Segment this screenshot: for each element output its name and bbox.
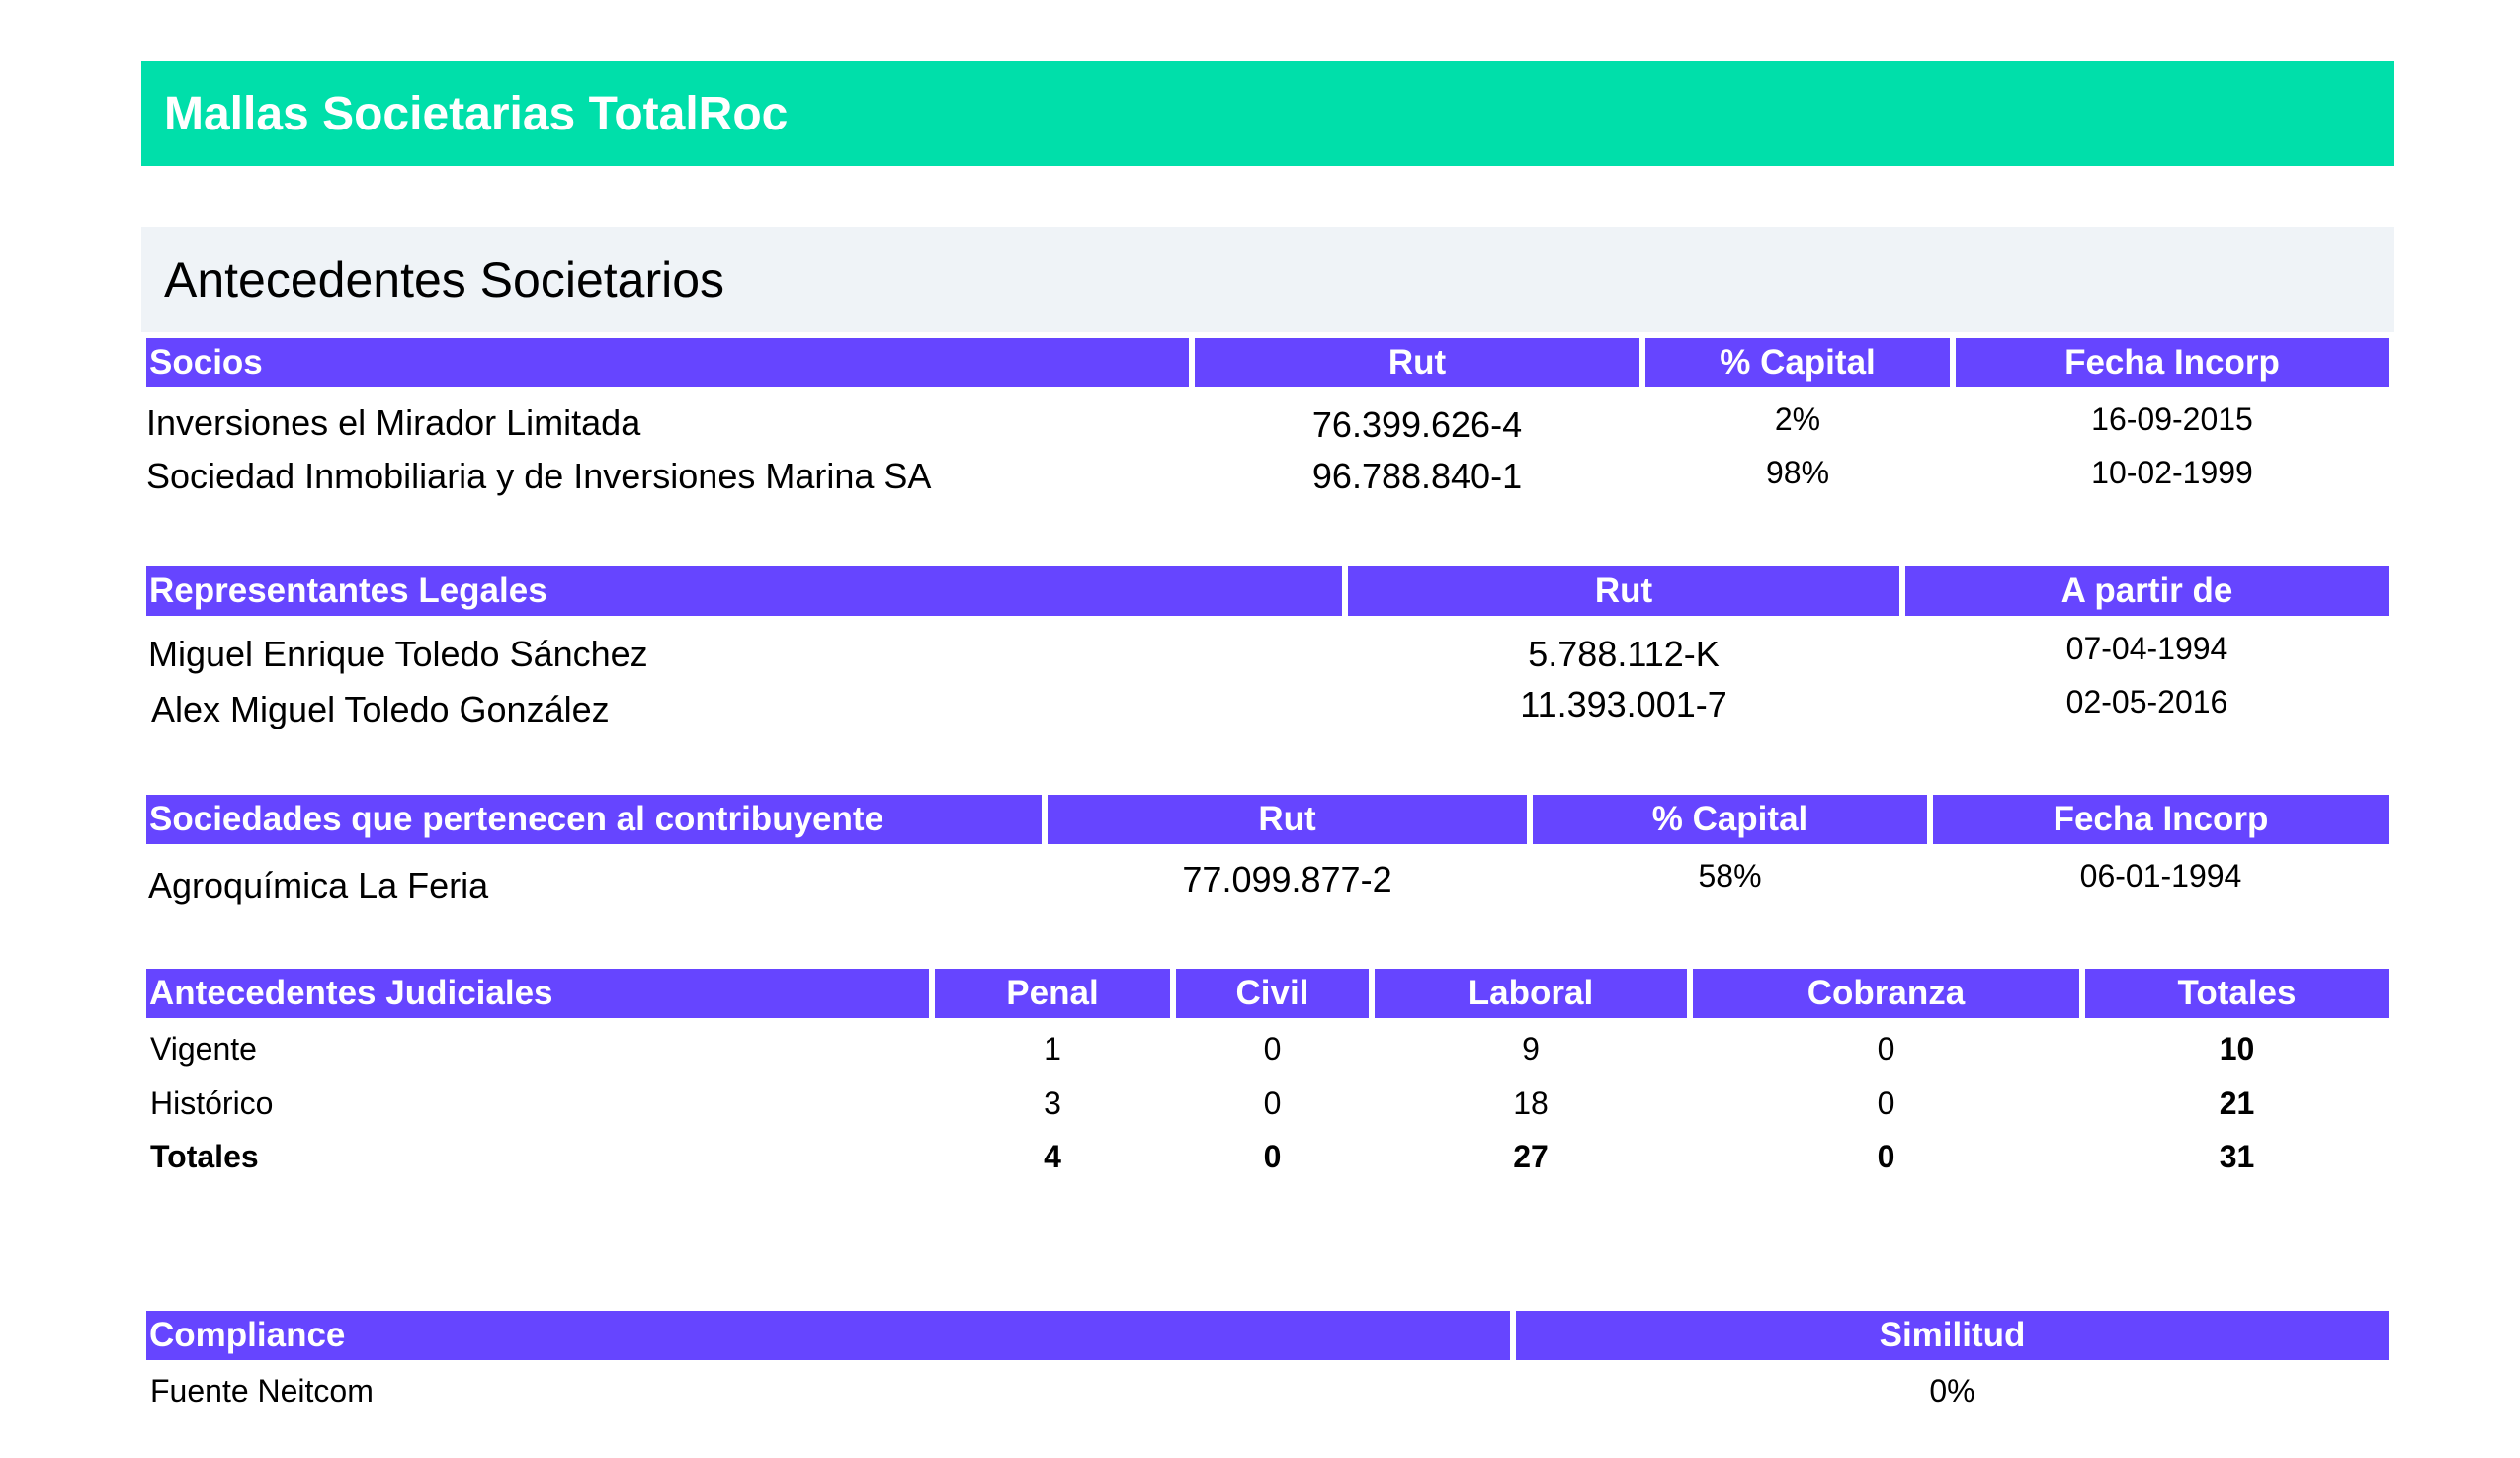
representante-rut: 11.393.001-7	[1520, 684, 1727, 725]
penal-value: 3	[1044, 1085, 1061, 1121]
col-header-cobranza: Cobranza	[1693, 969, 2079, 1018]
col-header-civil: Civil	[1176, 969, 1369, 1018]
civil-value: 0	[1263, 1031, 1282, 1067]
col-header-penal: Penal	[935, 969, 1170, 1018]
totales-value: 10	[2219, 1031, 2255, 1067]
civil-value: 0	[1263, 1085, 1282, 1121]
row-label-vigente: Vigente	[150, 1031, 257, 1067]
laboral-total: 27	[1513, 1139, 1549, 1174]
socio-fecha: 10-02-1999	[2091, 455, 2253, 490]
col-header-representantes: Representantes Legales	[146, 566, 1342, 616]
section-title: Antecedentes Societarios	[164, 252, 725, 307]
col-header-capital: % Capital	[1645, 338, 1950, 387]
app-title: Mallas Societarias TotalRoc	[164, 87, 789, 140]
sociedad-fecha: 06-01-1994	[2079, 858, 2242, 894]
socio-name: Inversiones el Mirador Limitada	[146, 402, 641, 443]
col-header-fecha-incorp: Fecha Incorp	[1956, 338, 2389, 387]
row-label-totales: Totales	[150, 1139, 259, 1174]
grand-total: 31	[2219, 1139, 2255, 1174]
app-title-banner: Mallas Societarias TotalRoc	[141, 61, 2394, 166]
representante-fecha: 07-04-1994	[2065, 631, 2228, 666]
penal-total: 4	[1044, 1139, 1061, 1174]
sociedad-name: Agroquímica La Feria	[148, 865, 489, 905]
col-header-totales: Totales	[2085, 969, 2389, 1018]
representante-name: Miguel Enrique Toledo Sánchez	[148, 634, 648, 674]
representante-rut: 5.788.112-K	[1528, 634, 1720, 674]
representante-name: Alex Miguel Toledo González	[151, 689, 610, 729]
col-header-fecha-incorp: Fecha Incorp	[1933, 795, 2389, 844]
col-header-laboral: Laboral	[1375, 969, 1687, 1018]
totales-value: 21	[2219, 1085, 2255, 1121]
penal-value: 1	[1044, 1031, 1061, 1067]
col-header-sociedades: Sociedades que pertenecen al contribuyen…	[146, 795, 1042, 844]
row-label-historico: Histórico	[150, 1085, 274, 1121]
col-header-rut: Rut	[1348, 566, 1899, 616]
compliance-source: Fuente Neitcom	[150, 1373, 374, 1409]
representante-fecha: 02-05-2016	[2065, 684, 2228, 720]
sociedad-rut: 77.099.877-2	[1182, 859, 1392, 900]
col-header-compliance: Compliance	[146, 1311, 1510, 1360]
socio-name: Sociedad Inmobiliaria y de Inversiones M…	[146, 456, 932, 496]
socio-fecha: 16-09-2015	[2091, 401, 2253, 437]
socio-rut: 76.399.626-4	[1311, 404, 1523, 445]
cobranza-value: 0	[1877, 1085, 1895, 1121]
civil-total: 0	[1263, 1139, 1282, 1174]
laboral-value: 9	[1522, 1031, 1540, 1067]
socio-capital: 98%	[1765, 455, 1830, 490]
col-header-capital: % Capital	[1533, 795, 1927, 844]
socio-rut: 96.788.840-1	[1311, 456, 1523, 496]
cobranza-value: 0	[1877, 1031, 1895, 1067]
col-header-a-partir-de: A partir de	[1905, 566, 2389, 616]
sociedad-capital: 58%	[1698, 858, 1762, 894]
laboral-value: 18	[1513, 1085, 1549, 1121]
col-header-rut: Rut	[1048, 795, 1527, 844]
socio-capital: 2%	[1774, 401, 1821, 437]
col-header-rut: Rut	[1195, 338, 1639, 387]
cobranza-total: 0	[1877, 1139, 1895, 1174]
similitud-value: 0%	[1929, 1373, 1975, 1409]
col-header-judiciales: Antecedentes Judiciales	[146, 969, 929, 1018]
col-header-similitud: Similitud	[1516, 1311, 2389, 1360]
section-title-bar: Antecedentes Societarios	[141, 227, 2394, 332]
col-header-socios: Socios	[146, 338, 1189, 387]
